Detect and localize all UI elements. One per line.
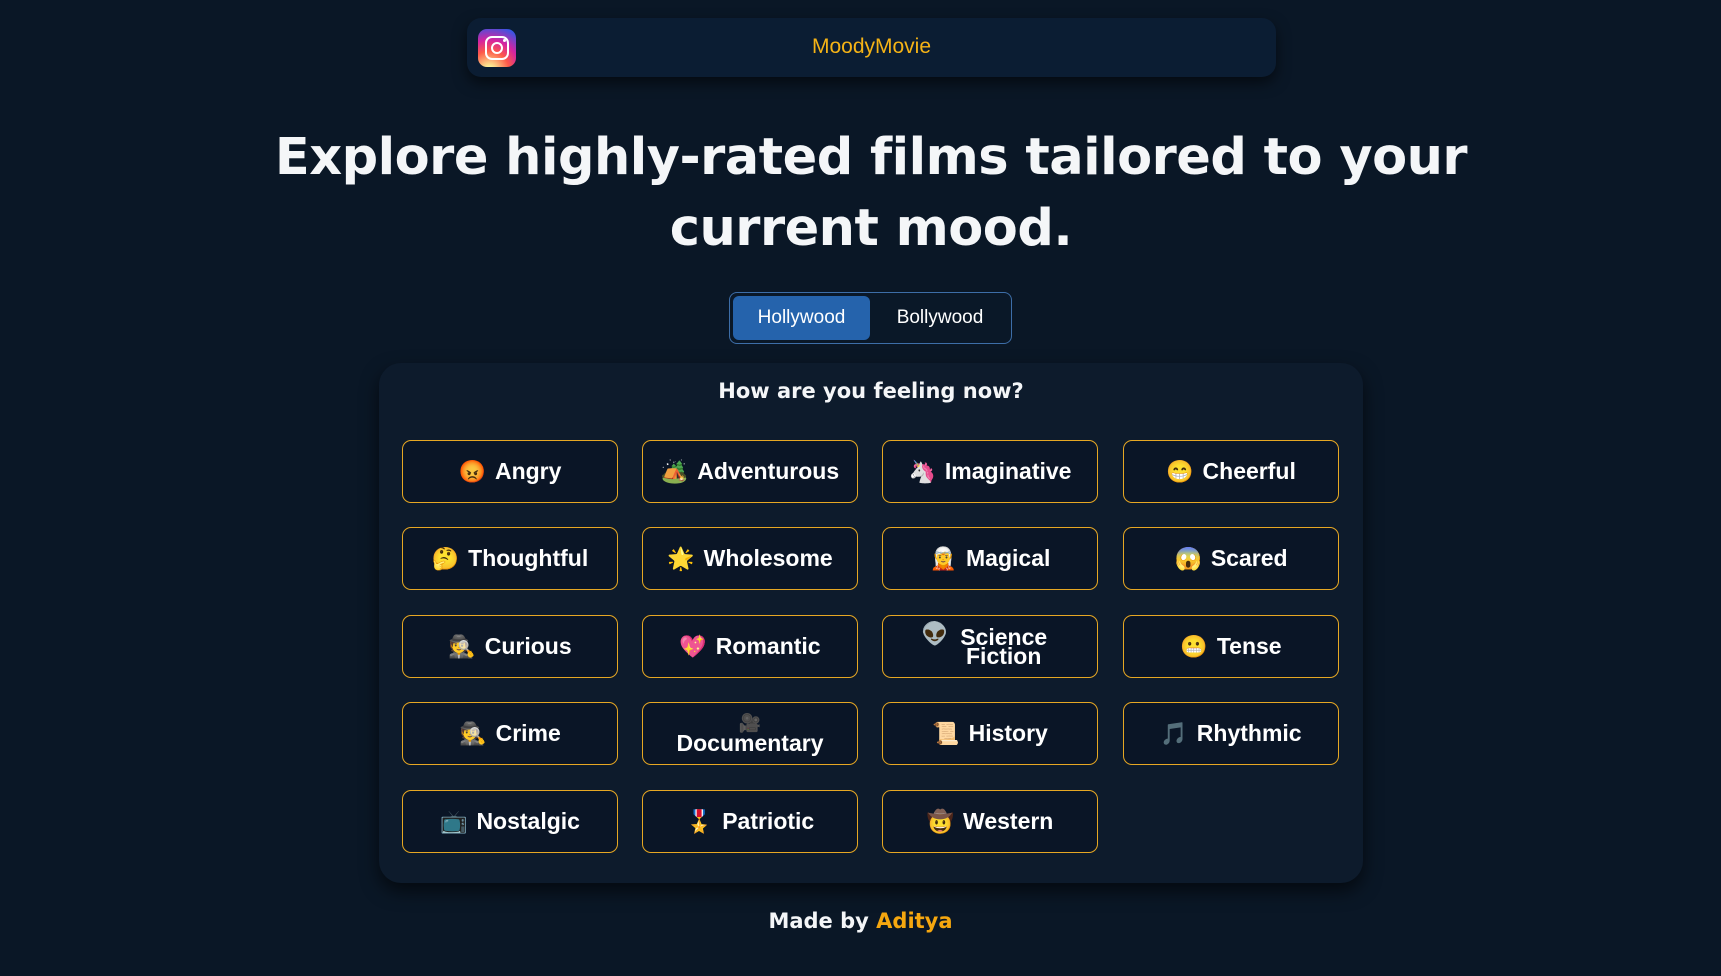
alien-icon: 👽 <box>921 621 949 646</box>
grinning-face-icon: 😁 <box>1166 459 1194 484</box>
mood-button-history[interactable]: 📜 History <box>882 702 1098 765</box>
mood-label: Science Fiction <box>960 623 1048 669</box>
mood-button-curious[interactable]: 🕵️ Curious <box>402 615 618 678</box>
mood-label: Western <box>963 808 1054 834</box>
industry-toggle: Hollywood Bollywood <box>729 292 1012 344</box>
mood-button-documentary[interactable]: 🎥 Documentary <box>642 702 858 765</box>
mood-label: Tense <box>1216 633 1282 659</box>
mood-label: Thoughtful <box>468 545 589 571</box>
page: MoodyMovie Explore highly-rated films ta… <box>0 0 1721 976</box>
unicorn-icon: 🦄 <box>908 459 936 484</box>
mood-button-rhythmic[interactable]: 🎵 Rhythmic <box>1123 702 1339 765</box>
mood-label: Adventurous <box>697 458 840 484</box>
top-bar: MoodyMovie <box>467 18 1276 77</box>
mood-button-science-fiction[interactable]: 👽 Science Fiction <box>882 615 1098 678</box>
mood-button-romantic[interactable]: 💖 Romantic <box>642 615 858 678</box>
star-icon: 🌟 <box>667 546 695 571</box>
mood-button-imaginative[interactable]: 🦄 Imaginative <box>882 440 1098 503</box>
detective-icon: 🕵️ <box>448 634 476 659</box>
mood-button-western[interactable]: 🤠 Western <box>882 790 1098 853</box>
camping-icon: 🏕️ <box>660 459 689 484</box>
detective-icon: 🕵️ <box>459 721 487 746</box>
mood-label: Romantic <box>715 633 821 659</box>
television-icon: 📺 <box>440 809 468 834</box>
elf-icon: 🧝 <box>929 546 958 571</box>
panel-title: How are you feeling now? <box>718 379 1024 403</box>
page-headline: Explore highly-rated films tailored to y… <box>274 128 1468 258</box>
mood-label: Crime <box>495 720 561 746</box>
angry-face-icon: 😡 <box>458 459 486 484</box>
mood-label: Magical <box>966 545 1051 571</box>
mood-panel: How are you feeling now? 😡 Angry 🏕️ Adve… <box>379 363 1363 883</box>
toggle-bollywood[interactable]: Bollywood <box>870 296 1010 340</box>
mood-button-tense[interactable]: 😬 Tense <box>1123 615 1339 678</box>
mood-label: Rhythmic <box>1196 720 1302 746</box>
mood-label: Scared <box>1210 545 1288 571</box>
music-note-icon: 🎵 <box>1160 721 1188 746</box>
mood-label: Imaginative <box>944 458 1072 484</box>
footer-credit: Made by Aditya <box>0 909 1721 933</box>
mood-label: Angry <box>494 458 562 484</box>
cowboy-face-icon: 🤠 <box>926 809 955 834</box>
toggle-hollywood[interactable]: Hollywood <box>733 296 870 340</box>
thinking-face-icon: 🤔 <box>431 546 460 571</box>
mood-label: Curious <box>484 633 572 659</box>
mood-label: Cheerful <box>1202 458 1296 484</box>
mood-button-nostalgic[interactable]: 📺 Nostalgic <box>402 790 618 853</box>
mood-button-adventurous[interactable]: 🏕️ Adventurous <box>642 440 858 503</box>
mood-label: History <box>968 720 1048 746</box>
heart-icon: 💖 <box>679 634 707 659</box>
scroll-icon: 📜 <box>932 721 960 746</box>
mood-label: Documentary <box>676 730 824 756</box>
brand-title[interactable]: MoodyMovie <box>467 35 1276 59</box>
mood-button-scared[interactable]: 😱 Scared <box>1123 527 1339 590</box>
mood-button-thoughtful[interactable]: 🤔 Thoughtful <box>402 527 618 590</box>
mood-button-patriotic[interactable]: 🎖️ Patriotic <box>642 790 858 853</box>
mood-button-magical[interactable]: 🧝 Magical <box>882 527 1098 590</box>
mood-button-crime[interactable]: 🕵️ Crime <box>402 702 618 765</box>
medal-icon: 🎖️ <box>685 809 714 834</box>
grimacing-face-icon: 😬 <box>1180 634 1208 659</box>
footer-prefix: Made by <box>768 909 869 933</box>
mood-button-cheerful[interactable]: 😁 Cheerful <box>1123 440 1339 503</box>
mood-label: Wholesome <box>703 545 833 571</box>
mood-button-angry[interactable]: 😡 Angry <box>402 440 618 503</box>
mood-label: Nostalgic <box>476 808 580 834</box>
mood-label: Patriotic <box>722 808 815 834</box>
author-link[interactable]: Aditya <box>876 909 952 933</box>
screaming-face-icon: 😱 <box>1174 546 1202 571</box>
mood-button-wholesome[interactable]: 🌟 Wholesome <box>642 527 858 590</box>
